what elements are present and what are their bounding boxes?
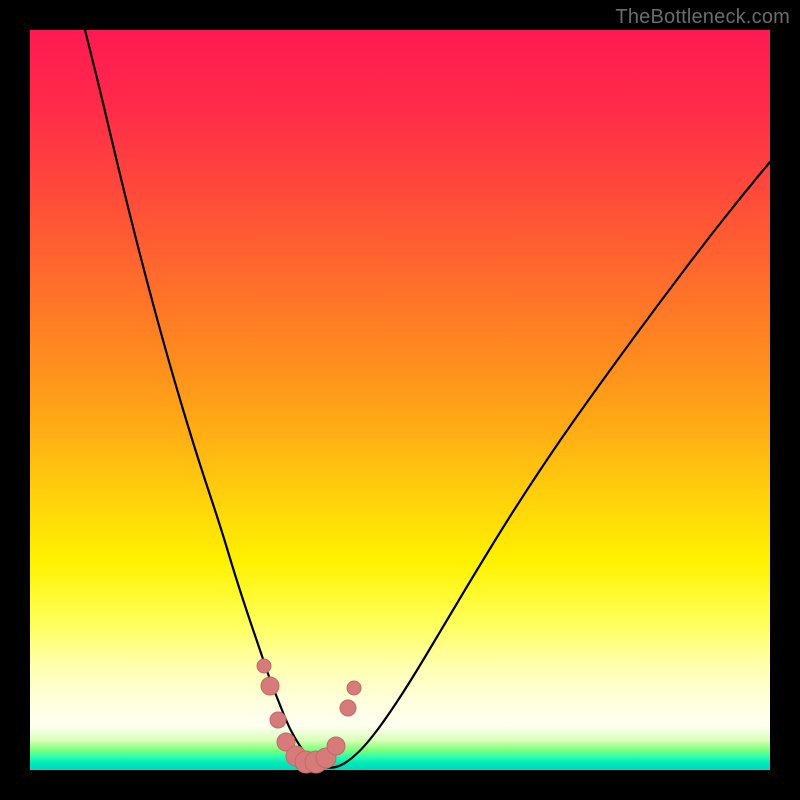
chart-svg: [30, 30, 770, 770]
chart-frame: TheBottleneck.com: [0, 0, 800, 800]
bead: [327, 737, 345, 755]
bead: [257, 659, 271, 673]
bead: [270, 712, 286, 728]
highlight-beads: [257, 659, 361, 773]
bead: [347, 681, 361, 695]
bead: [340, 700, 356, 716]
bottleneck-curve: [85, 30, 770, 768]
bead: [261, 677, 279, 695]
chart-plot-area: [30, 30, 770, 770]
watermark-text: TheBottleneck.com: [615, 6, 790, 29]
